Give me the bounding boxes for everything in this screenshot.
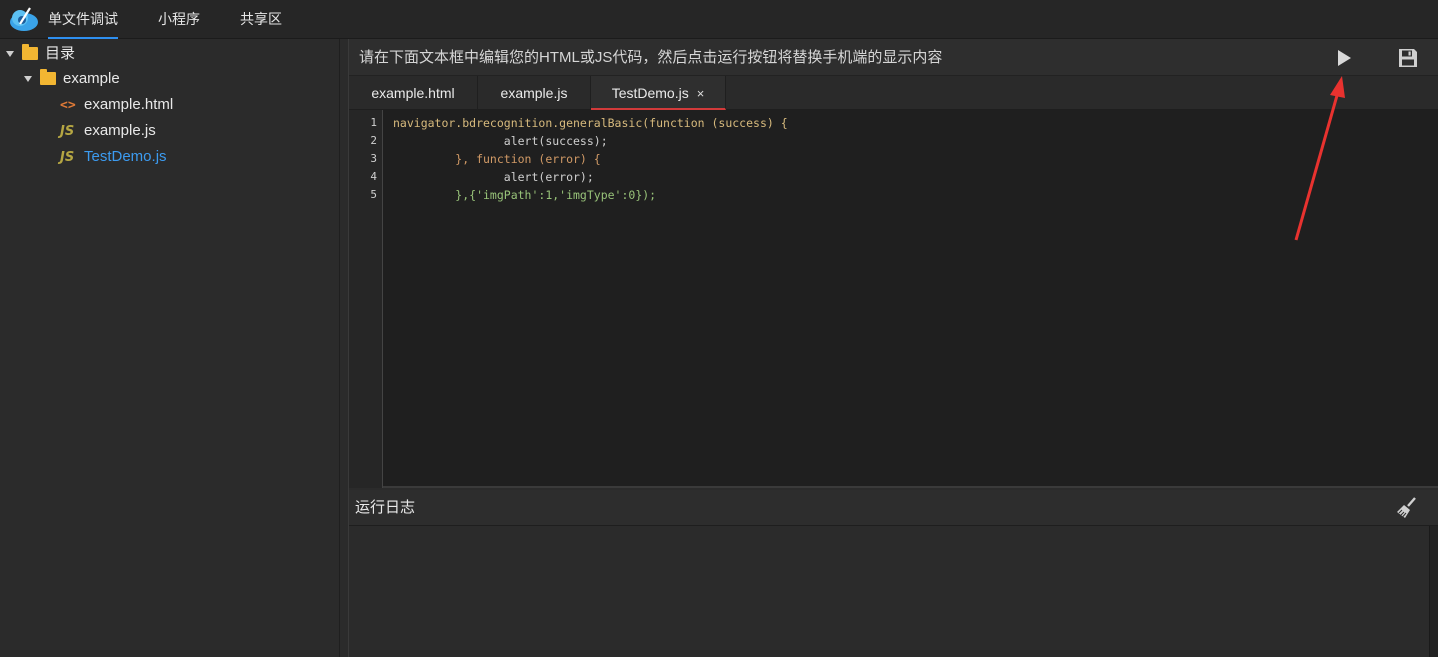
code-line: navigator.bdrecognition.generalBasic(fun…	[393, 116, 788, 130]
folder-icon	[40, 68, 56, 85]
js-file-icon: JS	[60, 150, 75, 165]
tree-file-label: example.js	[84, 122, 156, 139]
tree-file-example-html[interactable]: <> example.html	[60, 93, 173, 117]
tree-folder-label: example	[63, 70, 120, 87]
code-line: alert(success);	[393, 134, 608, 148]
tab-example-html[interactable]: example.html	[349, 76, 478, 110]
tab-testdemo-js[interactable]: TestDemo.js ×	[591, 76, 726, 110]
tree-file-testdemo-js[interactable]: JS TestDemo.js	[60, 145, 167, 169]
log-scrollbar[interactable]	[1429, 526, 1438, 657]
folder-icon	[22, 43, 38, 60]
tree-file-label: TestDemo.js	[84, 148, 167, 165]
editor-file-tabs: example.html example.js TestDemo.js ×	[349, 76, 1438, 110]
tree-file-example-js[interactable]: JS example.js	[60, 119, 156, 143]
nav-tab-mini-program[interactable]: 小程序	[158, 0, 200, 39]
close-icon[interactable]: ×	[697, 77, 705, 111]
tab-label: TestDemo.js	[611, 85, 689, 101]
tree-root-label: 目录	[45, 45, 76, 62]
line-number: 4	[370, 170, 377, 183]
tab-example-js[interactable]: example.js	[478, 76, 591, 110]
chevron-down-icon[interactable]	[24, 76, 32, 83]
top-navigation: 单文件调试 小程序 共享区	[0, 0, 1438, 39]
log-header: 运行日志	[349, 490, 1438, 526]
line-number: 5	[370, 188, 377, 201]
line-number: 3	[370, 152, 377, 165]
code-line: }, function (error) {	[393, 152, 601, 166]
code-line: },{'imgPath':1,'imgType':0});	[393, 188, 657, 202]
log-output-area[interactable]	[349, 526, 1438, 657]
nav-tab-shared-area[interactable]: 共享区	[240, 0, 282, 39]
tree-folder-example[interactable]: example	[24, 67, 120, 91]
save-icon[interactable]	[1397, 47, 1419, 69]
editor-hint-text: 请在下面文本框中编辑您的HTML或JS代码，然后点击运行按钮将替换手机端的显示内…	[359, 49, 943, 66]
play-icon[interactable]	[1334, 48, 1354, 68]
line-number: 1	[370, 116, 377, 129]
html-file-icon: <>	[60, 98, 76, 113]
tree-root-directory[interactable]: 目录	[6, 42, 75, 66]
hint-bar: 请在下面文本框中编辑您的HTML或JS代码，然后点击运行按钮将替换手机端的显示内…	[349, 39, 1438, 76]
line-number: 2	[370, 134, 377, 147]
chevron-down-icon[interactable]	[6, 51, 14, 58]
log-title: 运行日志	[355, 499, 416, 516]
editor-panel: 请在下面文本框中编辑您的HTML或JS代码，然后点击运行按钮将替换手机端的显示内…	[348, 39, 1438, 657]
broom-icon[interactable]	[1395, 497, 1419, 519]
code-line: alert(error);	[393, 170, 594, 184]
app-logo-icon	[10, 7, 38, 31]
code-editor[interactable]: 1 2 3 4 5 navigator.bdrecognition.genera…	[349, 110, 1438, 488]
line-number-gutter: 1 2 3 4 5	[349, 110, 383, 488]
nav-tab-single-file-debug[interactable]: 单文件调试	[48, 0, 118, 39]
tree-file-label: example.html	[84, 96, 174, 113]
js-file-icon: JS	[60, 124, 75, 139]
file-tree-sidebar: 目录 example <> example.html JS example.js J…	[0, 39, 340, 657]
